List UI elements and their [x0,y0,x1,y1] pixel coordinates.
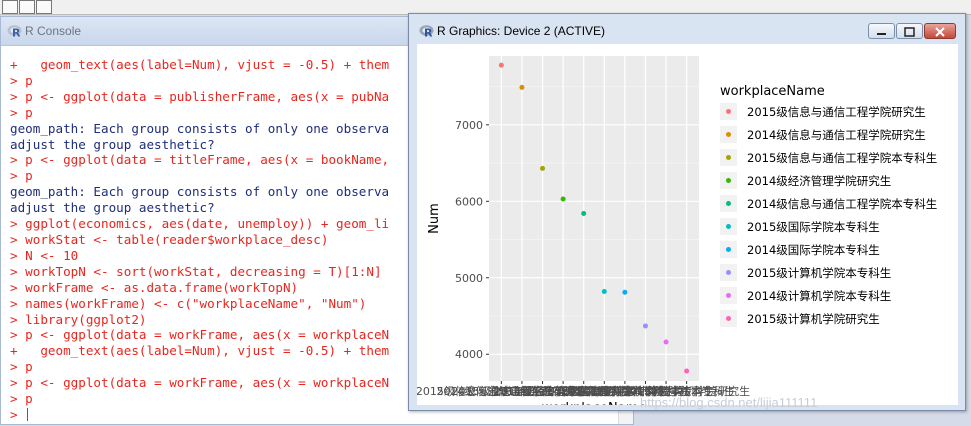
data-point [540,165,546,171]
data-point [498,62,504,68]
minimize-icon [877,33,886,35]
r-logo-icon: R [7,25,22,39]
y-tick-label: 6000 [455,195,483,208]
text-cursor [27,407,29,421]
legend-label: 2014级信息与通信工程学院研究生 [747,128,926,142]
maximize-icon [904,27,915,37]
svg-text:R: R [12,27,21,39]
console-title: R Console [25,24,82,38]
r-graphics-window[interactable]: R R Graphics: Device 2 (ACTIVE) 4000 5000… [408,13,966,416]
plot-canvas: 4000 5000 6000 7000 2015级信息与通信工程学院研究生 2014级信息… [416,44,958,416]
legend-point [726,132,731,137]
data-point [622,289,628,295]
y-tick-label: 5000 [455,272,483,285]
data-point [684,368,690,374]
legend-label: 2014级信息与通信工程学院本专科生 [747,197,937,211]
legend-label: 2015级信息与通信工程学院本专科生 [747,151,937,165]
legend-point [726,316,731,321]
scatter-chart: 4000 5000 6000 7000 2015级信息与通信工程学院研究生 2014级信息… [416,56,937,416]
close-icon [935,27,945,37]
y-tick-label: 4000 [455,348,483,361]
legend-point [726,201,731,206]
graphics-title: R Graphics: Device 2 (ACTIVE) [437,24,606,38]
legend-label: 2014级国际学院本专科生 [747,243,880,257]
legend-label: 2015级国际学院本专科生 [747,220,880,234]
maximize-button[interactable] [896,23,923,39]
data-point [581,211,587,217]
data-point [642,323,648,329]
minimize-button[interactable] [868,23,895,39]
close-button[interactable] [924,23,956,39]
legend-point [726,224,731,229]
legend-label: 2014级计算机学院本专科生 [747,289,891,303]
graphics-title-bar[interactable]: R R Graphics: Device 2 (ACTIVE) [409,14,965,44]
data-point [519,84,525,90]
legend-label: 2015级信息与通信工程学院研究生 [747,105,926,119]
legend-point [726,109,731,114]
toolbar-button[interactable] [36,0,52,14]
legend-point [726,178,731,183]
data-point [601,289,607,295]
x-axis-title: workplaceName [542,401,647,405]
legend-point [726,293,731,298]
legend-point [726,247,731,252]
r-logo-icon: R [419,25,434,39]
legend-point [726,155,731,160]
y-axis-title: Num [427,203,442,234]
toolbar-button[interactable] [19,0,35,14]
legend-title: workplaceName [720,84,825,99]
data-point [663,339,669,345]
legend: workplaceName 2015级信息与通信工程学院研究生 2014级信息与通信… [720,84,937,327]
data-point [560,196,566,202]
legend-label: 2014级经济管理学院研究生 [747,174,891,188]
legend-label: 2015级计算机学院本专科生 [747,266,891,280]
legend-label: 2015级计算机学院研究生 [747,312,880,326]
watermark: https://blog.csdn.net/lijia111111 [640,395,818,410]
svg-text:R: R [424,27,433,39]
y-tick-label: 7000 [455,119,483,132]
plot-panel [489,56,699,381]
legend-point [726,270,731,275]
toolbar-button[interactable] [2,0,18,14]
